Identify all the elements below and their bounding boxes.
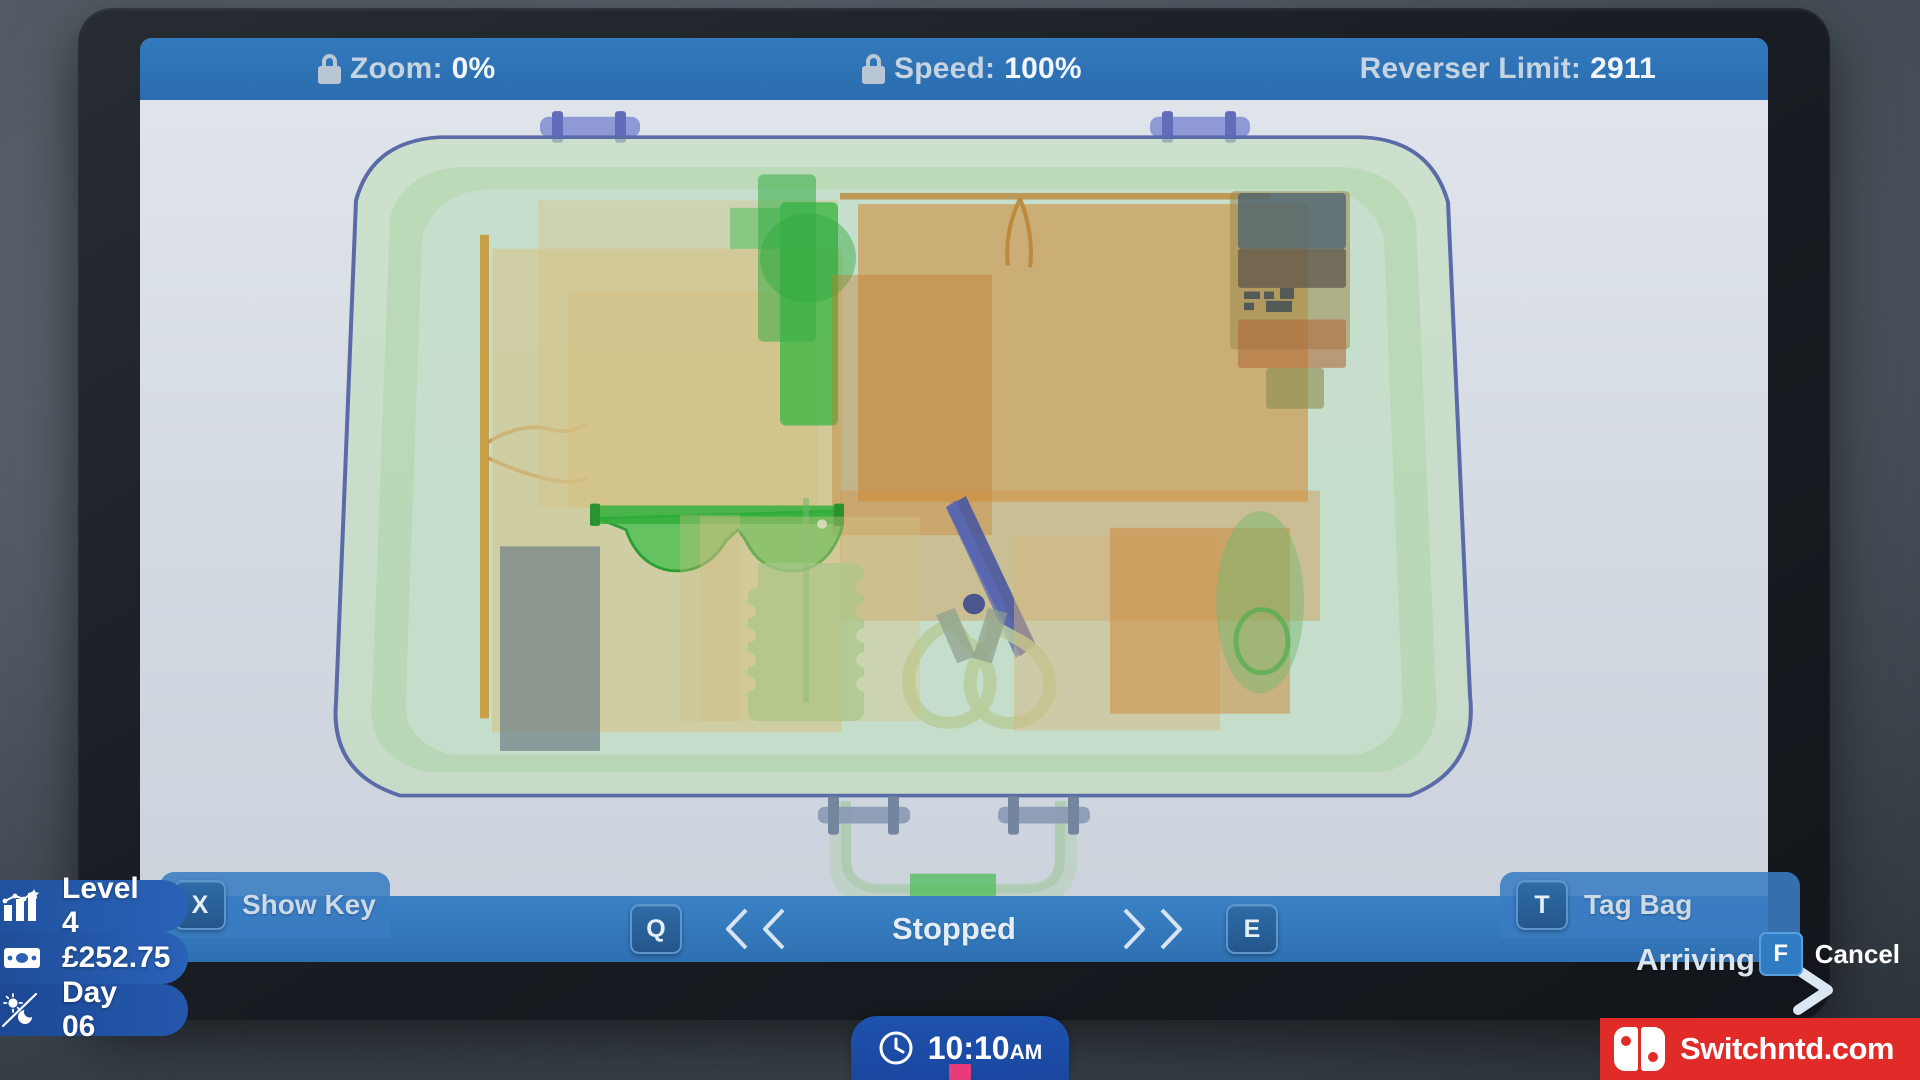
key-prev-bag[interactable]: Q: [630, 904, 682, 954]
nintendo-switch-logo-icon: [1614, 1027, 1666, 1071]
cancel-action[interactable]: F Cancel: [1758, 932, 1900, 976]
monitor-screen: Zoom: 0% Speed: 100% Reverser Limit: 291…: [140, 38, 1768, 962]
banknote-icon: [4, 948, 40, 968]
reverser-limit-value: 2911: [1590, 52, 1656, 85]
clock-time: 10:10: [927, 1029, 1010, 1066]
clock-marker: [949, 1064, 971, 1080]
level-label: Level 4: [62, 872, 139, 939]
key-next-bag[interactable]: E: [1226, 904, 1278, 954]
tag-bag-panel[interactable]: T Tag Bag: [1500, 872, 1800, 938]
day-night-icon: [2, 993, 38, 1027]
lock-icon: [318, 54, 341, 84]
bag-latch-bottom-right: [998, 795, 1090, 835]
level-indicator: Level 4: [0, 872, 188, 939]
scanner-monitor: Zoom: 0% Speed: 100% Reverser Limit: 291…: [78, 8, 1830, 1020]
clock-ampm: AM: [1009, 1040, 1043, 1064]
lock-icon: [862, 54, 885, 84]
show-key-panel[interactable]: X Show Key: [160, 872, 390, 938]
reverser-limit-label: Reverser Limit:: [1359, 52, 1582, 85]
cancel-label: Cancel: [1814, 938, 1900, 969]
clock-icon: [879, 1031, 913, 1065]
scanned-bag[interactable]: [140, 100, 1768, 896]
site-watermark: Switchntd.com: [1600, 1018, 1920, 1080]
speed-value: 100%: [1004, 52, 1082, 85]
key-tag-bag[interactable]: T: [1516, 880, 1568, 930]
show-key-label: Show Key: [242, 889, 376, 920]
oval-item: [1216, 511, 1304, 694]
dense-block-item: [500, 546, 600, 751]
day-indicator: Day 06: [0, 976, 188, 1043]
level-chart-icon: [2, 889, 40, 921]
arriving-status: Arriving: [1636, 942, 1755, 977]
tag-bag-label: Tag Bag: [1584, 889, 1693, 920]
hanger-bar-item: [840, 192, 1270, 200]
top-status-bar: Zoom: 0% Speed: 100% Reverser Limit: 291…: [140, 38, 1768, 100]
metal-rod-item: [480, 234, 489, 719]
zoom-label: Zoom:: [350, 52, 443, 85]
day-label: Day 06: [62, 976, 118, 1043]
zoom-value: 0%: [451, 52, 496, 85]
watermark-text: Switchntd.com: [1680, 1031, 1894, 1066]
reverser-limit-status: Reverser Limit: 2911: [1360, 52, 1656, 86]
player-hud: X Show Key Level 4 £252.75 Day 06: [0, 872, 560, 1070]
xray-image: [333, 111, 1473, 896]
bag-latch-bottom-left: [818, 795, 910, 835]
conveyor-status: Stopped: [892, 911, 1016, 946]
money-label: £252.75: [62, 941, 171, 974]
double-chevron-left-icon[interactable]: [720, 906, 791, 952]
key-cancel[interactable]: F: [1758, 932, 1803, 976]
zoom-status: Zoom: 0%: [318, 52, 495, 86]
speed-status: Speed: 100%: [862, 52, 1082, 86]
speed-label: Speed:: [894, 52, 996, 85]
cloth-item: [680, 514, 740, 722]
xray-scan-view[interactable]: [140, 100, 1768, 896]
double-chevron-right-icon[interactable]: [1117, 906, 1188, 952]
game-clock: 10:10AM: [851, 1016, 1069, 1080]
